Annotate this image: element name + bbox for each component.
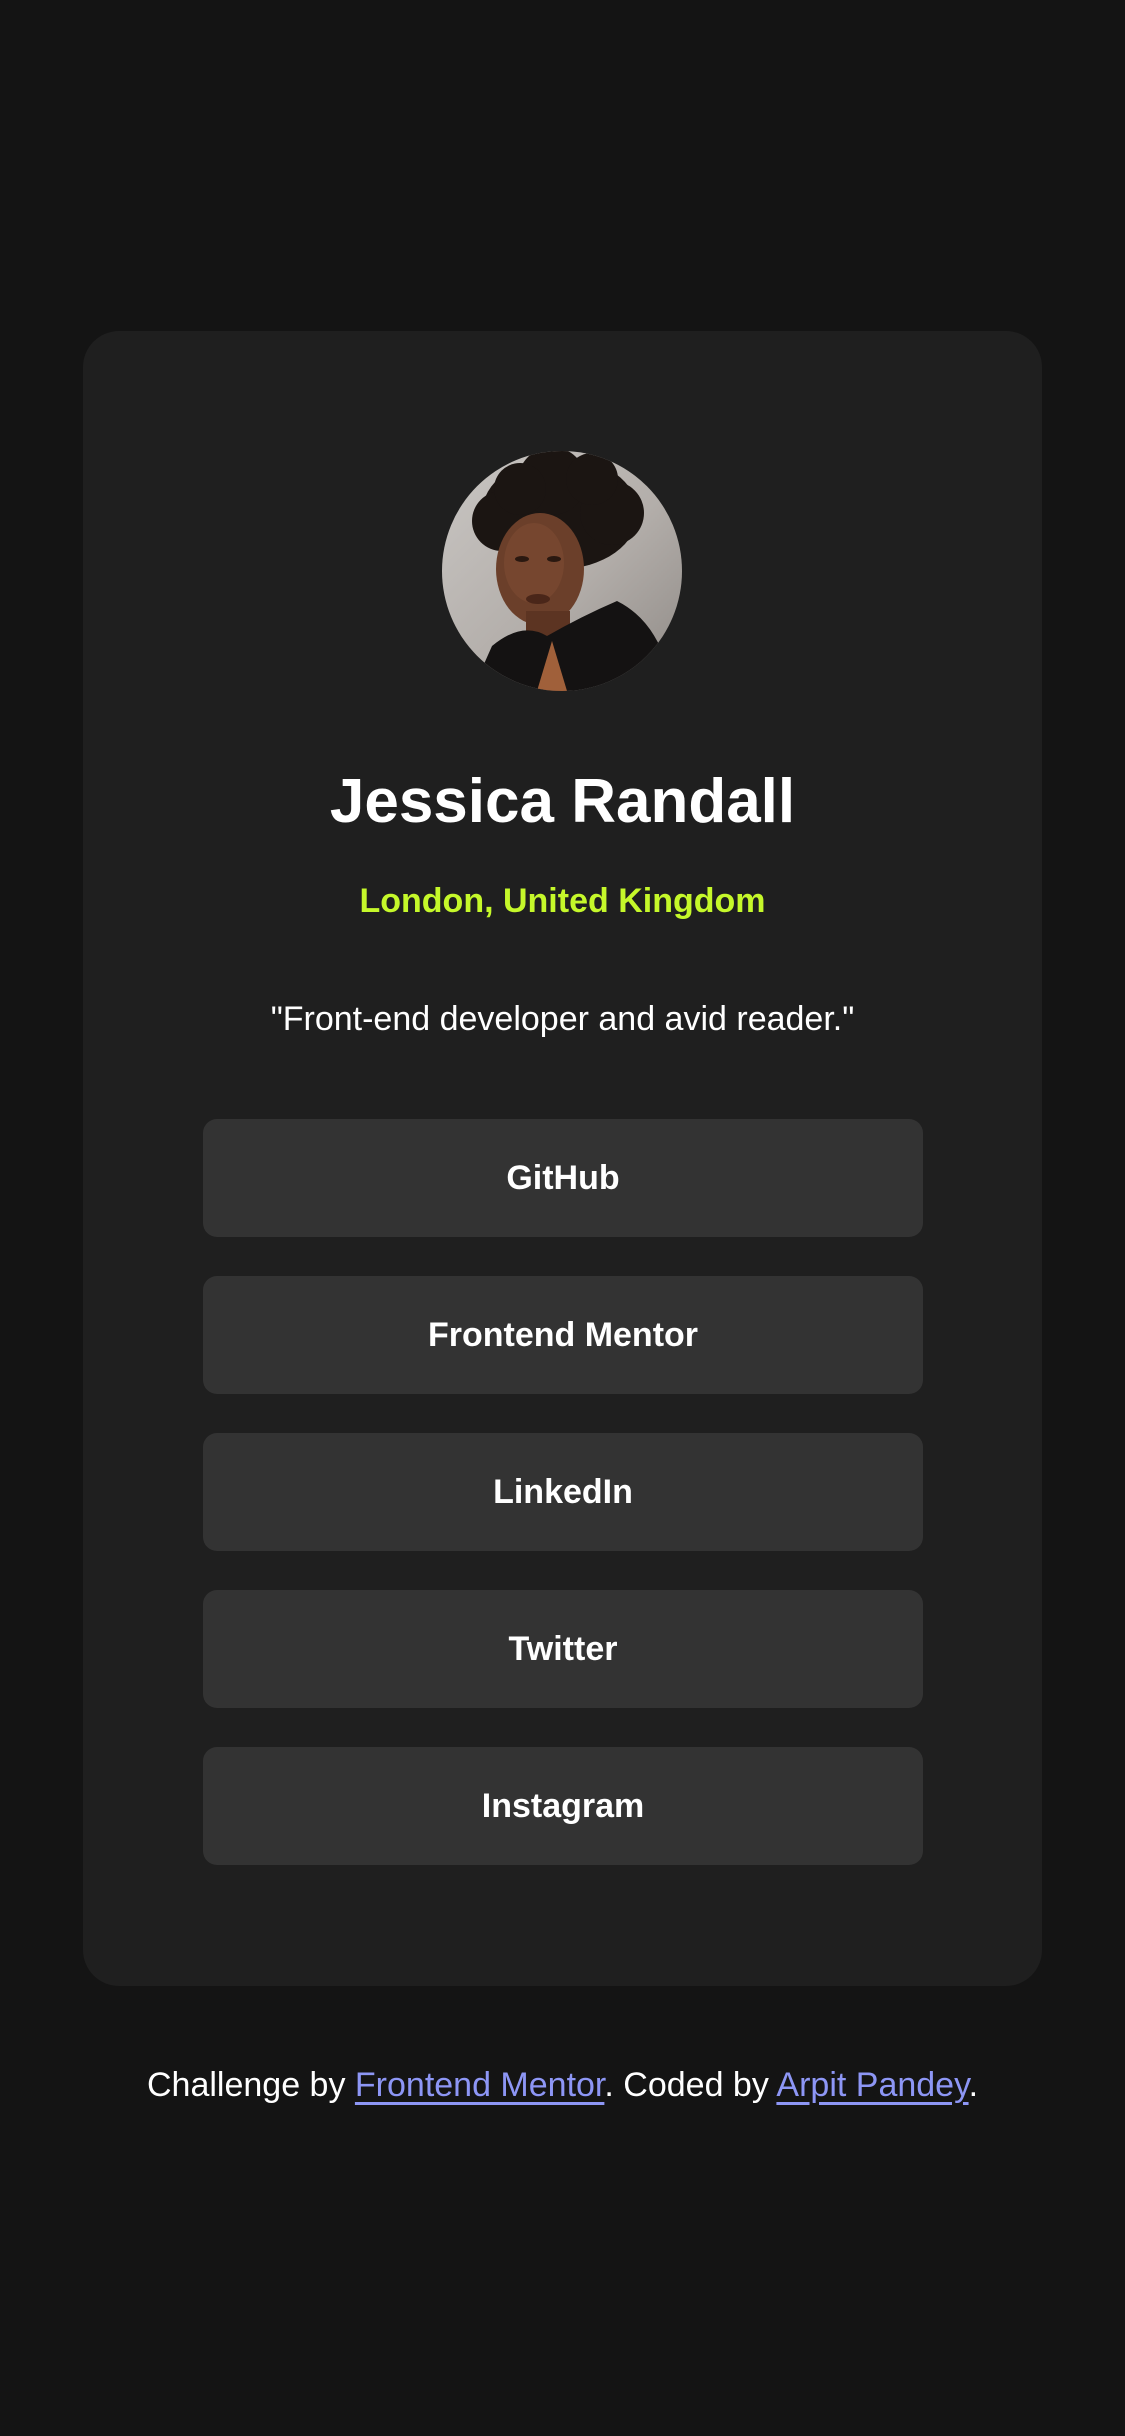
instagram-link-button[interactable]: Instagram — [203, 1747, 923, 1865]
frontend-mentor-footer-link[interactable]: Frontend Mentor — [355, 2066, 604, 2104]
avatar — [442, 451, 682, 691]
profile-location: London, United Kingdom — [359, 882, 766, 920]
footer-middle: . Coded by — [604, 2066, 777, 2104]
attribution-footer: Challenge by Frontend Mentor. Coded by A… — [0, 2062, 1125, 2108]
social-links: GitHub Frontend Mentor LinkedIn Twitter … — [203, 1119, 923, 1904]
linkedin-link-button[interactable]: LinkedIn — [203, 1433, 923, 1551]
page: Jessica Randall London, United Kingdom "… — [0, 0, 1125, 2436]
author-footer-link[interactable]: Arpit Pandey — [776, 2066, 968, 2104]
twitter-link-button[interactable]: Twitter — [203, 1590, 923, 1708]
frontend-mentor-link-button[interactable]: Frontend Mentor — [203, 1276, 923, 1394]
footer-suffix: . — [968, 2066, 979, 2104]
profile-bio: "Front-end developer and avid reader." — [270, 1000, 855, 1038]
profile-photo-icon — [472, 451, 672, 691]
github-link-button[interactable]: GitHub — [203, 1119, 923, 1237]
profile-name: Jessica Randall — [329, 767, 796, 836]
footer-prefix: Challenge by — [146, 2066, 355, 2104]
profile-card: Jessica Randall London, United Kingdom "… — [83, 331, 1042, 1986]
